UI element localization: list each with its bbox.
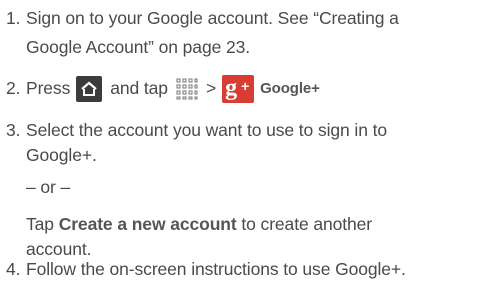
step-text: Sign on to your Google account. See “Cre… (26, 8, 399, 28)
apps-grid-icon (176, 78, 198, 100)
step-text: Google Account” on page 23. (26, 37, 250, 57)
create-account-label: Create a new account (58, 214, 237, 234)
step-number: 4. (6, 259, 21, 279)
tap-rest-text: to create another (241, 214, 373, 234)
step-text: Google+. (26, 145, 97, 165)
press-text: Press (26, 78, 71, 98)
google-plus-icon: g + (222, 74, 255, 103)
step-text: Select the account you want to use to si… (26, 120, 387, 140)
step-text: Tap Create a new account to create anoth… (26, 210, 481, 239)
instruction-list: 1. Sign on to your Google account. See “… (0, 0, 485, 288)
google-plus-label: Google+ (260, 80, 320, 97)
step-number: 2. (6, 78, 21, 98)
step-number: 1. (6, 8, 21, 28)
step-3: 3. Select the account you want to use to… (6, 116, 481, 259)
step-4: 4. Follow the on-screen instructions to … (6, 255, 481, 284)
step-2: 2. Press and tap > g + Google+ (6, 74, 481, 103)
and-tap-text: and tap (110, 78, 168, 98)
step-text: Follow the on-screen instructions to use… (26, 259, 406, 279)
separator-arrow: > (205, 78, 217, 98)
step-text: Press and tap > g + Google+ (26, 74, 320, 103)
step-number: 3. (6, 120, 21, 140)
step-1: 1. Sign on to your Google account. See “… (6, 4, 481, 62)
home-icon (76, 75, 103, 102)
tap-text: Tap (26, 214, 54, 234)
or-separator: – or – (26, 177, 71, 197)
